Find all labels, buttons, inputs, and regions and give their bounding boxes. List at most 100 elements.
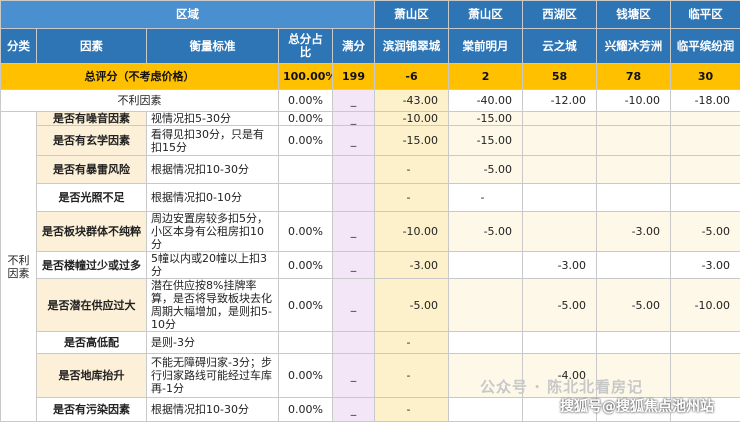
criterion: 5幢以内或20幢以上扣3分 — [147, 252, 279, 279]
total-score: 78 — [597, 64, 671, 90]
project-header: 临平缤纷润 — [671, 29, 740, 64]
total-label: 总评分（不考虑价格） — [1, 64, 279, 90]
full-cell: _ — [333, 212, 375, 252]
score-cell: -5.00 — [375, 279, 449, 332]
total-score: 30 — [671, 64, 740, 90]
factor-name: 是否有玄学因素 — [37, 126, 147, 156]
total-score: 2 — [449, 64, 523, 90]
score-cell: -5.00 — [597, 279, 671, 332]
score-cell — [523, 332, 597, 354]
full-cell: _ — [333, 252, 375, 279]
score-cell: -3.00 — [523, 252, 597, 279]
adverse-score: -43.00 — [375, 90, 449, 112]
score-cell: -5.00 — [449, 212, 523, 252]
pct-cell: 0.00% — [279, 212, 333, 252]
score-cell: -5.00 — [449, 156, 523, 184]
score-cell — [671, 112, 740, 126]
project-header: 兴耀沐芳洲 — [597, 29, 671, 64]
score-cell: - — [375, 156, 449, 184]
project-header: 云之城 — [523, 29, 597, 64]
full-cell: _ — [333, 398, 375, 422]
score-cell: -15.00 — [449, 126, 523, 156]
total-row: 总评分（不考虑价格） 100.00% 199 -6 2 58 78 30 — [1, 64, 740, 90]
column-header-factor: 因素 — [37, 29, 147, 64]
table-row: 是否光照不足 根据情况扣0-10分 - - — [1, 184, 740, 212]
score-cell: - — [375, 332, 449, 354]
total-score: -6 — [375, 64, 449, 90]
criterion: 潜在供应按8%挂牌率算，是否将导致板块去化周期大幅增加，是则扣5-10分 — [147, 279, 279, 332]
table-row: 不利因素 是否有噪音因素 视情况扣5-30分 0.00% _ -10.00 -1… — [1, 112, 740, 126]
criterion: 是则-3分 — [147, 332, 279, 354]
pct-cell: 0.00% — [279, 126, 333, 156]
adverse-full: _ — [333, 90, 375, 112]
adverse-score: -10.00 — [597, 90, 671, 112]
full-cell: _ — [333, 112, 375, 126]
column-header-pct: 总分占比 — [279, 29, 333, 64]
watermark-source: 搜狐号@搜狐焦点池州站 — [560, 396, 714, 416]
district-header: 钱塘区 — [597, 1, 671, 29]
table-row: 是否高低配 是则-3分 - — [1, 332, 740, 354]
score-cell — [523, 126, 597, 156]
score-cell — [597, 184, 671, 212]
score-cell: - — [375, 398, 449, 422]
score-cell — [597, 126, 671, 156]
factor-name: 是否光照不足 — [37, 184, 147, 212]
district-header: 萧山区 — [449, 1, 523, 29]
district-header: 临平区 — [671, 1, 740, 29]
project-header: 滨润锦翠城 — [375, 29, 449, 64]
criterion: 根据情况扣10-30分 — [147, 156, 279, 184]
score-cell: -5.00 — [523, 279, 597, 332]
watermark-text: 公众号 · 陈北北看房记 — [480, 376, 643, 397]
criterion: 根据情况扣10-30分 — [147, 398, 279, 422]
score-cell — [597, 332, 671, 354]
district-header: 西湖区 — [523, 1, 597, 29]
pct-cell: 0.00% — [279, 279, 333, 332]
pct-cell: 0.00% — [279, 112, 333, 126]
score-cell: - — [375, 184, 449, 212]
score-cell: -3.00 — [375, 252, 449, 279]
district-header: 萧山区 — [375, 1, 449, 29]
score-cell — [523, 184, 597, 212]
region-header: 区域 — [1, 1, 375, 29]
category-cell: 不利因素 — [1, 112, 37, 422]
score-cell — [449, 252, 523, 279]
score-cell — [671, 354, 740, 398]
full-cell: _ — [333, 126, 375, 156]
factor-name: 是否高低配 — [37, 332, 147, 354]
score-cell — [597, 112, 671, 126]
criterion: 看得见扣30分，只是有扣15分 — [147, 126, 279, 156]
score-cell — [597, 156, 671, 184]
pct-cell — [279, 184, 333, 212]
score-cell — [671, 184, 740, 212]
total-score: 58 — [523, 64, 597, 90]
score-cell — [449, 398, 523, 422]
score-cell — [671, 126, 740, 156]
score-table: 区域 萧山区 萧山区 西湖区 钱塘区 临平区 分类 因素 衡量标准 总分占比 满… — [0, 0, 740, 422]
project-header: 棠前明月 — [449, 29, 523, 64]
score-cell: -10.00 — [671, 279, 740, 332]
criterion: 根据情况扣0-10分 — [147, 184, 279, 212]
score-cell: -15.00 — [449, 112, 523, 126]
score-cell: - — [449, 184, 523, 212]
full-cell: _ — [333, 354, 375, 398]
pct-cell: 0.00% — [279, 252, 333, 279]
full-cell — [333, 156, 375, 184]
factor-name: 是否板块群体不纯粹 — [37, 212, 147, 252]
score-cell — [523, 156, 597, 184]
score-cell — [597, 252, 671, 279]
adverse-score: -12.00 — [523, 90, 597, 112]
table-row: 是否板块群体不纯粹 周边安置房较多扣5分，小区本身有公租房扣10分 0.00% … — [1, 212, 740, 252]
table-row: 是否有玄学因素 看得见扣30分，只是有扣15分 0.00% _ -15.00 -… — [1, 126, 740, 156]
pct-cell — [279, 156, 333, 184]
score-cell — [449, 332, 523, 354]
adverse-row: 不利因素 0.00% _ -43.00 -40.00 -12.00 -10.00… — [1, 90, 740, 112]
score-cell: -3.00 — [597, 212, 671, 252]
adverse-score: -18.00 — [671, 90, 740, 112]
table-row: 是否潜在供应过大 潜在供应按8%挂牌率算，是否将导致板块去化周期大幅增加，是则扣… — [1, 279, 740, 332]
factor-name: 是否楼幢过少或过多 — [37, 252, 147, 279]
score-cell: -3.00 — [671, 252, 740, 279]
column-header-category: 分类 — [1, 29, 37, 64]
criterion: 不能无障碍归家-3分；步行归家路线可能经过车库再-1分 — [147, 354, 279, 398]
score-cell: -15.00 — [375, 126, 449, 156]
column-header-full: 满分 — [333, 29, 375, 64]
